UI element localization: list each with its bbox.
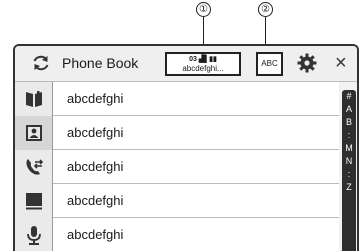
preset-dial-icon <box>25 193 42 210</box>
sidebar-item-voice-recognition[interactable] <box>15 218 52 251</box>
sidebar-item-contacts[interactable] <box>15 116 52 150</box>
header-bar: Phone Book 03 ▟▌▮▮ abcdefghi... ABC × <box>15 46 357 82</box>
contact-name: abcdefghi <box>67 125 124 140</box>
callout-1-leader <box>203 17 204 47</box>
list-item[interactable]: abcdefghi <box>53 218 339 251</box>
category-sidebar <box>15 82 53 251</box>
phone-book-screen: Phone Book 03 ▟▌▮▮ abcdefghi... ABC × ab… <box>13 44 359 251</box>
abc-search-button[interactable]: ABC <box>256 52 283 76</box>
contact-name: abcdefghi <box>67 227 124 242</box>
callout-2: ② <box>258 2 273 17</box>
close-icon[interactable]: × <box>335 52 347 74</box>
contact-list: abcdefghi abcdefghi abcdefghi abcdefghi … <box>53 82 339 251</box>
voice-recognition-icon <box>26 226 41 245</box>
page-title: Phone Book <box>62 55 139 71</box>
device-status-indicators: 03 ▟▌▮▮ <box>189 56 217 63</box>
index-entry[interactable]: B <box>342 116 356 129</box>
gear-icon[interactable] <box>297 53 317 73</box>
callout-1: ① <box>196 2 211 17</box>
list-item[interactable]: abcdefghi <box>53 150 339 184</box>
list-item[interactable]: abcdefghi <box>53 82 339 116</box>
contact-name: abcdefghi <box>67 193 124 208</box>
index-entry[interactable]: N <box>342 155 356 168</box>
call-history-icon <box>26 159 43 175</box>
list-item[interactable]: abcdefghi <box>53 184 339 218</box>
device-name: abcdefghi... <box>182 64 224 73</box>
refresh-icon[interactable] <box>31 53 51 73</box>
sidebar-item-preset-dial[interactable] <box>15 184 52 218</box>
index-entry[interactable]: : <box>342 168 356 181</box>
sidebar-item-phone-book[interactable] <box>15 82 52 116</box>
contact-name: abcdefghi <box>67 91 124 106</box>
callout-2-leader <box>265 17 266 47</box>
list-item[interactable]: abcdefghi <box>53 116 339 150</box>
alphabet-index-bar[interactable]: # A B : M N : Z <box>342 90 356 251</box>
sidebar-item-call-history[interactable] <box>15 150 52 184</box>
index-entry[interactable]: A <box>342 103 356 116</box>
index-entry[interactable]: M <box>342 142 356 155</box>
index-entry[interactable]: : <box>342 129 356 142</box>
index-entry[interactable]: # <box>342 90 356 103</box>
contacts-icon <box>25 125 42 141</box>
phone-book-icon <box>25 91 42 107</box>
index-entry[interactable]: Z <box>342 181 356 194</box>
contact-name: abcdefghi <box>67 159 124 174</box>
device-status-box: 03 ▟▌▮▮ abcdefghi... <box>165 52 241 76</box>
